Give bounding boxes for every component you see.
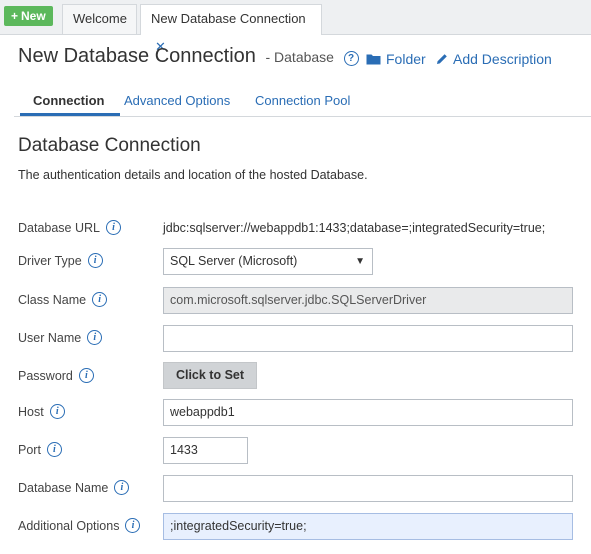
port-label-text: Port bbox=[18, 442, 41, 457]
folder-label: Folder bbox=[386, 51, 426, 67]
host-field[interactable]: webappdb1 bbox=[163, 399, 573, 426]
tab-connection[interactable]: Connection bbox=[33, 93, 105, 108]
add-description-link[interactable]: Add Description bbox=[436, 51, 552, 67]
port-field[interactable]: 1433 bbox=[163, 437, 248, 464]
info-circle-icon[interactable]: i bbox=[106, 220, 121, 235]
user-name-label-text: User Name bbox=[18, 330, 82, 345]
database-name-label: Database Name i bbox=[18, 480, 130, 495]
driver-type-value: SQL Server (Microsoft) bbox=[170, 254, 298, 268]
host-label: Host i bbox=[18, 404, 65, 419]
driver-type-label-text: Driver Type bbox=[18, 253, 82, 268]
port-label: Port i bbox=[18, 442, 62, 457]
page-title-text: New Database Connection bbox=[18, 45, 256, 67]
tab-new-database-connection[interactable]: New Database Connection ✕ bbox=[140, 4, 322, 54]
plus-icon: + bbox=[11, 9, 19, 23]
caret-down-icon: ▼ bbox=[355, 256, 365, 267]
info-circle-icon[interactable]: i bbox=[87, 253, 103, 268]
info-circle-icon[interactable]: i bbox=[78, 368, 94, 383]
class-name-field: com.microsoft.sqlserver.jdbc.SQLServerDr… bbox=[163, 287, 573, 314]
class-name-label: Class Name i bbox=[18, 292, 108, 307]
user-name-field[interactable] bbox=[163, 325, 573, 352]
tab-connection-pool[interactable]: Connection Pool bbox=[255, 93, 350, 108]
class-name-label-text: Class Name bbox=[18, 292, 87, 307]
section-description: The authentication details and location … bbox=[18, 168, 368, 182]
info-circle-icon[interactable]: i bbox=[87, 330, 103, 345]
database-name-label-text: Database Name bbox=[18, 480, 109, 495]
host-label-text: Host bbox=[18, 404, 44, 419]
database-url-value: jdbc:sqlserver://webappdb1:1433;database… bbox=[163, 221, 546, 235]
pencil-icon bbox=[437, 54, 447, 64]
page-title: New Database Connection - Database ? bbox=[18, 45, 359, 68]
question-circle-icon[interactable]: ? bbox=[343, 51, 359, 66]
new-button-label: New bbox=[21, 9, 46, 23]
password-label: Password i bbox=[18, 368, 94, 383]
click-to-set-button[interactable]: Click to Set bbox=[163, 362, 257, 389]
folder-icon bbox=[366, 54, 381, 65]
page-subtitle: - Database bbox=[265, 49, 334, 65]
tab-bar: + New Welcome New Database Connection ✕ bbox=[0, 0, 591, 54]
info-circle-icon[interactable]: i bbox=[92, 292, 108, 307]
additional-options-field[interactable]: ;integratedSecurity=true; bbox=[163, 513, 573, 540]
user-name-label: User Name i bbox=[18, 330, 103, 345]
add-description-label: Add Description bbox=[453, 51, 552, 67]
folder-link[interactable]: Folder bbox=[366, 51, 426, 67]
info-circle-icon[interactable]: i bbox=[114, 480, 130, 495]
tab-advanced-options[interactable]: Advanced Options bbox=[124, 93, 230, 108]
password-label-text: Password bbox=[18, 368, 73, 383]
sub-tabs: Connection Advanced Options Connection P… bbox=[14, 84, 591, 117]
driver-type-select[interactable]: SQL Server (Microsoft) ▼ bbox=[163, 248, 373, 275]
info-circle-icon[interactable]: i bbox=[49, 404, 65, 419]
database-url-label-text: Database URL bbox=[18, 220, 100, 235]
info-circle-icon[interactable]: i bbox=[125, 518, 141, 533]
database-name-field[interactable] bbox=[163, 475, 573, 502]
active-tab-indicator bbox=[20, 113, 120, 116]
tab-welcome[interactable]: Welcome bbox=[62, 4, 137, 34]
section-title: Database Connection bbox=[18, 135, 201, 156]
info-circle-icon[interactable]: i bbox=[46, 442, 62, 457]
additional-options-label: Additional Options i bbox=[18, 518, 141, 533]
driver-type-label: Driver Type i bbox=[18, 253, 103, 268]
tab-new-database-connection-label: New Database Connection bbox=[151, 11, 306, 26]
new-button[interactable]: + New bbox=[4, 6, 53, 26]
additional-options-label-text: Additional Options bbox=[18, 518, 120, 533]
database-url-label: Database URL i bbox=[18, 220, 121, 235]
tab-welcome-label: Welcome bbox=[73, 11, 127, 26]
